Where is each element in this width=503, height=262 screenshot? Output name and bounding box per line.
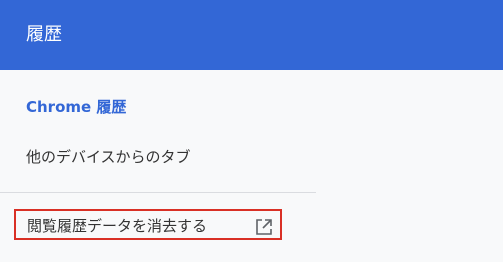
sidebar-item-chrome-history[interactable]: Chrome 履歴 (26, 96, 126, 118)
sidebar-divider (0, 192, 316, 193)
open-in-new-icon (256, 219, 272, 235)
page-title: 履歴 (26, 24, 62, 45)
app-header: 履歴 (0, 0, 503, 70)
clear-browsing-data-label: 閲覧履歴データを消去する (27, 217, 208, 235)
sidebar-item-tabs-from-other-devices[interactable]: 他のデバイスからのタブ (26, 146, 191, 168)
clear-browsing-data-link[interactable]: 閲覧履歴データを消去する (14, 209, 282, 240)
